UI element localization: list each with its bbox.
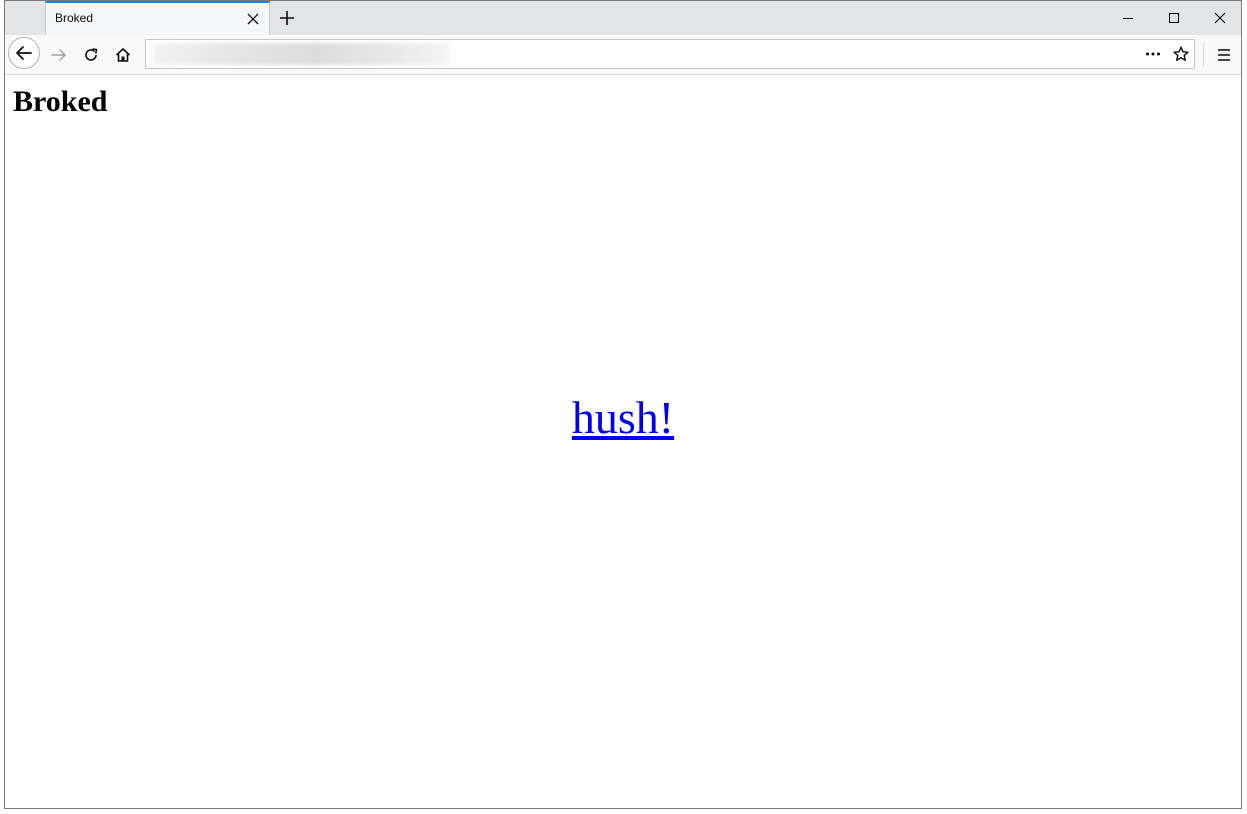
page-heading: Broked	[13, 85, 108, 118]
star-icon[interactable]	[1169, 43, 1193, 65]
hamburger-menu-icon[interactable]	[1209, 39, 1239, 71]
tab-active[interactable]: Broked	[45, 1, 270, 36]
minimize-icon[interactable]	[1105, 1, 1151, 36]
arrow-right-icon	[51, 49, 66, 61]
forward-button[interactable]	[43, 39, 75, 71]
back-button[interactable]	[8, 37, 40, 69]
browser-window: Broked Broked hush!	[4, 0, 1242, 809]
close-window-icon[interactable]	[1197, 1, 1241, 36]
url-text[interactable]	[154, 43, 449, 65]
reload-icon	[85, 48, 98, 61]
page-content: Broked hush!	[5, 75, 1241, 808]
navigation-toolbar	[5, 35, 1241, 75]
tab-close-icon[interactable]	[243, 9, 263, 29]
hush-link[interactable]: hush!	[5, 391, 1241, 444]
reload-button[interactable]	[75, 39, 107, 71]
title-bar: Broked	[5, 0, 1241, 36]
maximize-icon[interactable]	[1151, 1, 1197, 36]
address-bar[interactable]	[145, 39, 1195, 69]
home-icon	[115, 48, 131, 62]
arrow-left-icon	[16, 46, 32, 60]
home-button[interactable]	[107, 39, 139, 71]
new-tab-plus-icon[interactable]	[275, 6, 299, 30]
toolbar-separator	[1203, 43, 1204, 67]
tab-title: Broked	[55, 11, 94, 25]
more-horizontal-icon[interactable]	[1141, 43, 1165, 65]
